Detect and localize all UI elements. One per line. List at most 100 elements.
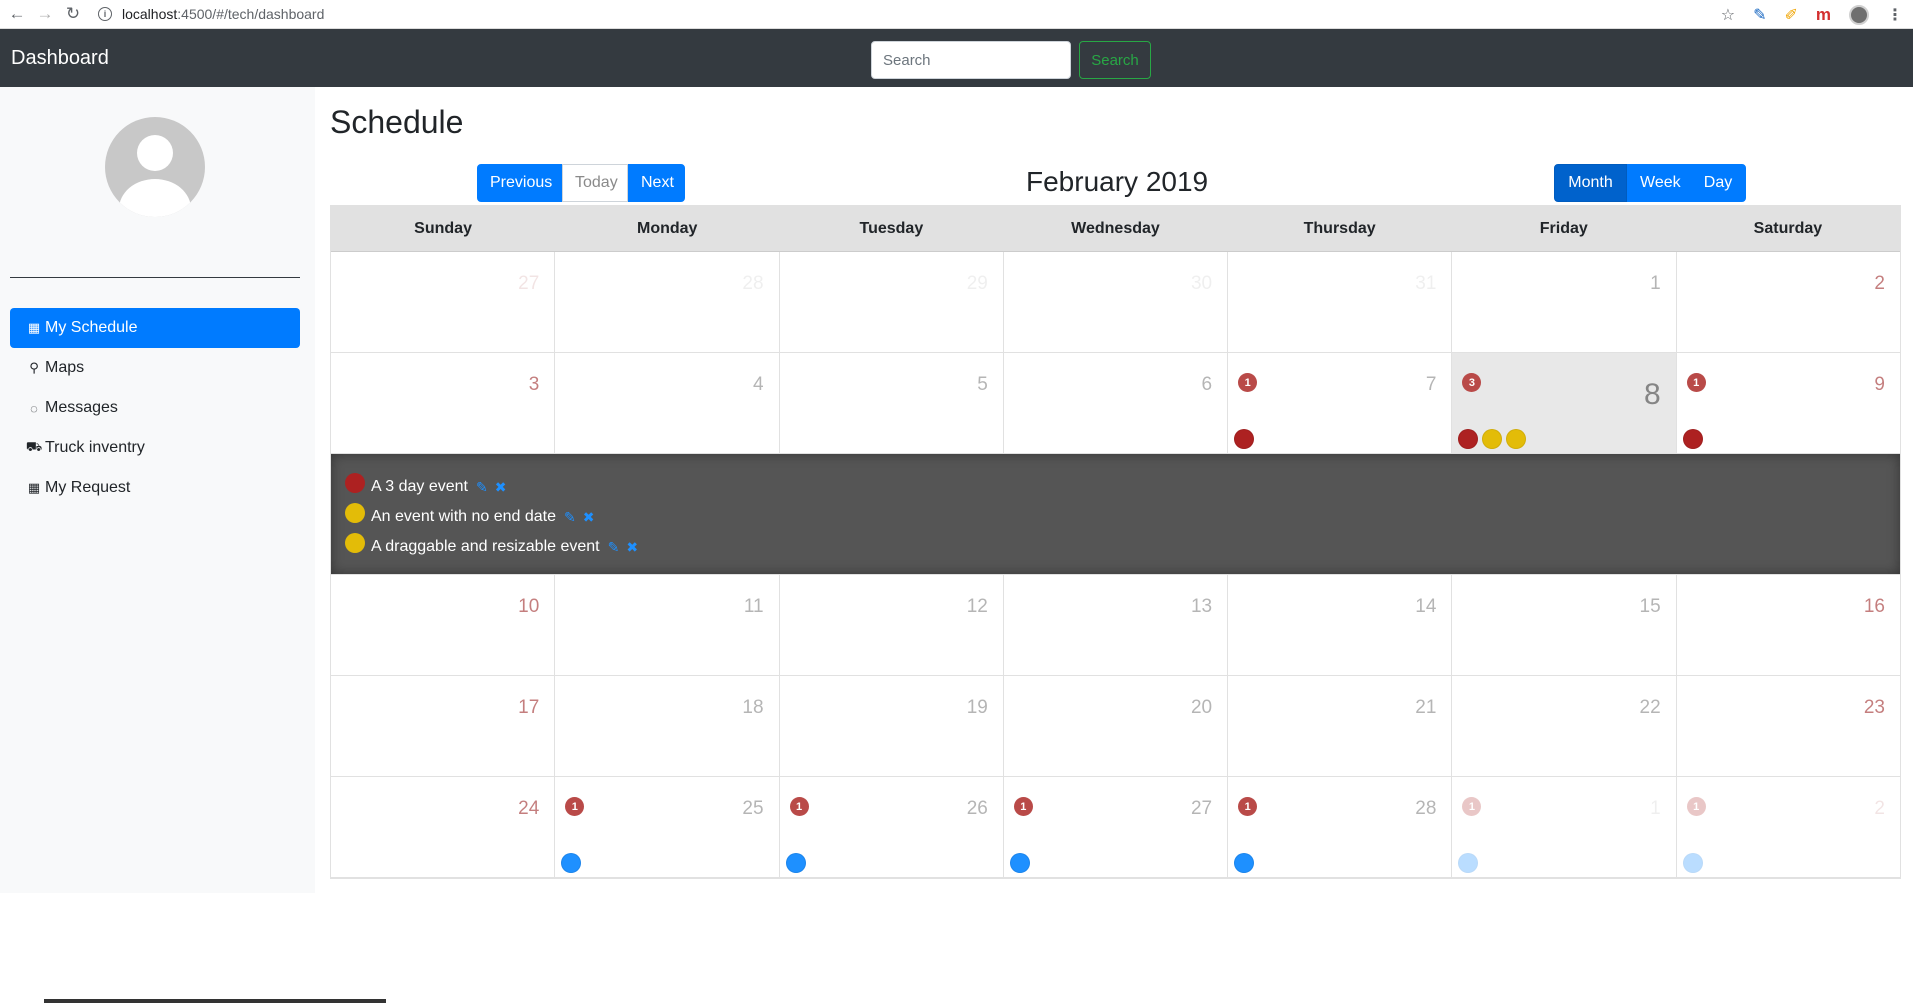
profile-avatar-icon[interactable]: [1849, 4, 1869, 25]
event-dots: [1458, 853, 1479, 873]
event-color-dot: [345, 473, 365, 493]
calendar-day[interactable]: 3: [331, 353, 556, 453]
day-number: 24: [518, 798, 540, 819]
calendar-day[interactable]: 17: [331, 676, 556, 776]
previous-button[interactable]: Previous: [477, 164, 562, 202]
calendar-day[interactable]: 4: [555, 353, 780, 453]
event-item: An event with no end date ✎ ✖: [345, 502, 1900, 532]
calendar-day[interactable]: 27 1: [1003, 777, 1229, 877]
day-number: 9: [1874, 374, 1885, 395]
reload-icon[interactable]: ↻: [62, 3, 84, 25]
calendar-day[interactable]: 91: [1676, 353, 1900, 453]
search-button[interactable]: Search: [1079, 41, 1151, 79]
calendar-day[interactable]: 24: [331, 777, 556, 877]
calendar-day[interactable]: 11: [1452, 777, 1677, 877]
day-number: 19: [966, 697, 988, 718]
event-dot[interactable]: [1234, 853, 1255, 873]
day-view-button[interactable]: Day: [1690, 164, 1746, 202]
calendar-day[interactable]: 20: [1003, 676, 1229, 776]
calendar-day[interactable]: 18: [555, 676, 780, 776]
extension-pen-icon[interactable]: ✐: [1784, 5, 1797, 25]
calendar-icon: ▦: [27, 320, 41, 335]
search-input[interactable]: [871, 41, 1071, 79]
calendar-day[interactable]: 30: [1003, 252, 1229, 352]
day-number: 5: [977, 374, 988, 395]
sidebar-item-messages[interactable]: ◌ Messages: [10, 388, 300, 428]
calendar-day[interactable]: 5: [779, 353, 1004, 453]
sidebar-item-my-request[interactable]: ▦ My Request: [10, 468, 300, 508]
event-dot[interactable]: [1682, 429, 1703, 449]
calendar-day[interactable]: 27: [331, 252, 556, 352]
forward-arrow-icon[interactable]: →: [34, 3, 56, 25]
day-number: 21: [1415, 697, 1437, 718]
calendar-day[interactable]: 26 1: [779, 777, 1004, 877]
site-info-icon[interactable]: i: [98, 7, 112, 21]
today-button[interactable]: Today: [562, 164, 628, 202]
event-title[interactable]: An event with no end date: [371, 508, 556, 526]
sidebar-item-my-schedule[interactable]: ▦ My Schedule: [10, 308, 300, 348]
calendar-day[interactable]: 6: [1003, 353, 1229, 453]
calendar-day[interactable]: 14: [1228, 575, 1453, 675]
calendar-day[interactable]: 23: [1676, 676, 1900, 776]
calendar-day[interactable]: 71: [1228, 353, 1453, 453]
calendar-day[interactable]: 28 1: [1228, 777, 1453, 877]
calendar-day[interactable]: 15: [1452, 575, 1677, 675]
delete-x-icon[interactable]: ✖: [583, 509, 595, 526]
next-button[interactable]: Next: [628, 164, 685, 202]
event-dot[interactable]: [1009, 853, 1030, 873]
sidebar-item-truck-inventry[interactable]: ⛟ Truck inventry: [10, 428, 300, 468]
day-number: 13: [1190, 596, 1213, 617]
delete-x-icon[interactable]: ✖: [495, 479, 507, 496]
event-dot[interactable]: [1234, 429, 1255, 449]
event-dot[interactable]: [561, 853, 582, 873]
calendar-day[interactable]: 21: [1676, 777, 1900, 877]
calendar-day[interactable]: 25 1: [555, 777, 780, 877]
navbar-brand[interactable]: Dashboard: [11, 29, 109, 87]
calendar-day[interactable]: 2: [1676, 252, 1900, 352]
calendar-day[interactable]: 28: [555, 252, 780, 352]
weekday-label: Tuesday: [859, 219, 924, 237]
calendar-week: 10 11 12 13 14 15 16: [331, 575, 1900, 676]
calendar-day[interactable]: 12: [779, 575, 1004, 675]
month-view-button[interactable]: Month: [1554, 164, 1627, 202]
calendar-day[interactable]: 16: [1676, 575, 1900, 675]
delete-x-icon[interactable]: ✖: [626, 539, 638, 556]
calendar-day[interactable]: 19: [779, 676, 1004, 776]
pencil-icon[interactable]: ✎: [476, 479, 488, 496]
event-dot[interactable]: [1506, 429, 1527, 449]
event-count-badge: 3: [1462, 373, 1482, 392]
month-title: February 2019: [1026, 166, 1209, 197]
event-dot[interactable]: [1682, 853, 1703, 873]
event-count-badge: 1: [789, 797, 809, 816]
calendar-week: 24 25 1 26 1 27 1 28 1 1 1 2 1: [331, 777, 1900, 878]
event-dot[interactable]: [1458, 853, 1479, 873]
back-arrow-icon[interactable]: ←: [6, 3, 28, 25]
pencil-icon[interactable]: ✎: [564, 509, 576, 526]
pencil-icon[interactable]: ✎: [608, 539, 620, 556]
day-number: 27: [518, 273, 540, 294]
extension-icon[interactable]: ✎: [1753, 5, 1766, 25]
calendar-day[interactable]: 31: [1228, 252, 1453, 352]
calendar-day[interactable]: 21: [1228, 676, 1453, 776]
event-title[interactable]: A draggable and resizable event: [371, 538, 600, 556]
event-title[interactable]: A 3 day event: [371, 478, 468, 496]
extension-m-icon[interactable]: m: [1816, 5, 1831, 25]
address-bar[interactable]: i localhost:4500/#/tech/dashboard: [98, 6, 324, 22]
calendar-week: 3456718391: [331, 353, 1900, 454]
calendar-day[interactable]: 13: [1003, 575, 1229, 675]
calendar-day[interactable]: 10: [331, 575, 556, 675]
calendar-day[interactable]: 29: [779, 252, 1004, 352]
event-dot[interactable]: [1458, 429, 1479, 449]
calendar-day[interactable]: 11: [555, 575, 780, 675]
event-count-badge: 1: [1686, 373, 1706, 392]
calendar-day[interactable]: 22: [1452, 676, 1677, 776]
event-dot[interactable]: [1482, 429, 1503, 449]
sidebar-item-label: My Request: [45, 479, 131, 496]
calendar-day[interactable]: 1: [1452, 252, 1677, 352]
sidebar-item-maps[interactable]: ⚲ Maps: [10, 348, 300, 388]
bookmark-star-icon[interactable]: ☆: [1721, 5, 1735, 25]
browser-menu-icon[interactable]: ⋮: [1887, 5, 1903, 25]
week-view-button[interactable]: Week: [1627, 164, 1690, 202]
calendar-day-today[interactable]: 83: [1452, 353, 1677, 453]
event-dot[interactable]: [785, 853, 806, 873]
